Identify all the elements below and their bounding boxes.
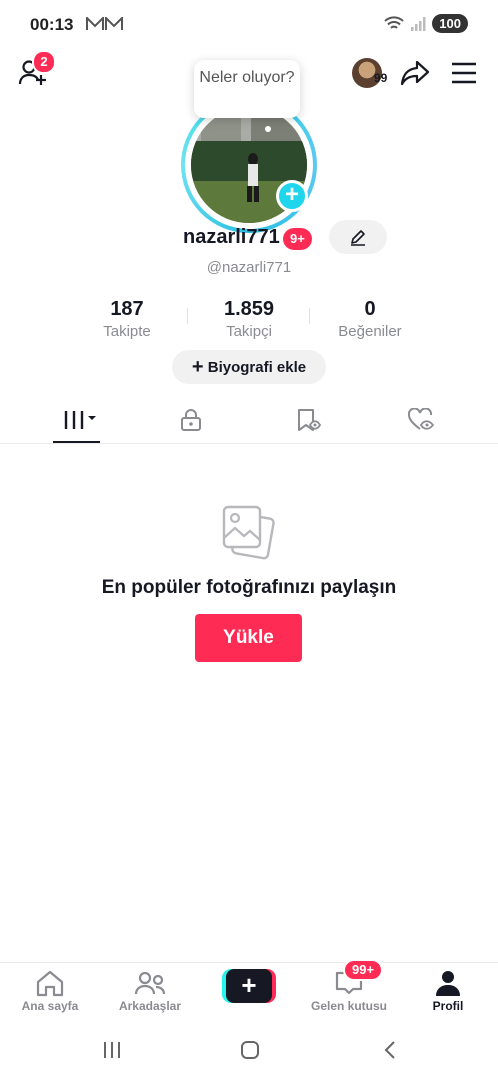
plus-icon: + <box>191 356 204 378</box>
menu-icon[interactable] <box>451 62 477 84</box>
home-icon <box>36 970 64 997</box>
wifi-icon <box>384 15 404 29</box>
create-button[interactable]: + <box>222 969 276 1003</box>
status-bar: 00:13 100 <box>0 0 498 50</box>
following-count: 187 <box>110 298 144 320</box>
nav-friends[interactable]: Arkadaşlar <box>100 969 200 1013</box>
battery-indicator: 100 <box>432 14 468 33</box>
favorites-icon <box>298 409 322 431</box>
empty-state-title: En popüler fotoğrafınızı paylaşın <box>101 577 397 598</box>
nav-friends-label: Arkadaşlar <box>118 999 182 1013</box>
status-tooltip[interactable]: Neler oluyor? <box>194 60 300 118</box>
username: nazarli771 <box>183 226 280 248</box>
nav-inbox-label: Gelen kutusu <box>310 999 387 1013</box>
tooltip-pointer <box>265 126 271 132</box>
likes-count: 0 <box>364 298 376 320</box>
add-friend-button[interactable]: 2 <box>18 50 56 90</box>
profile-tabs <box>0 398 498 444</box>
followers-stat[interactable]: 1.859 Takipçi <box>194 298 304 340</box>
likes-label: Beğeniler <box>338 323 402 340</box>
followers-label: Takipçi <box>226 323 272 340</box>
mail-notification-icon <box>86 17 123 30</box>
following-stat[interactable]: 187 Takipte <box>72 298 182 340</box>
status-time: 00:13 <box>30 15 74 34</box>
recent-apps-icon[interactable] <box>102 1040 122 1060</box>
add-bio-button[interactable]: + Biyografi ekle <box>172 350 326 384</box>
followers-count: 1.859 <box>223 298 275 320</box>
share-icon[interactable] <box>400 59 430 87</box>
plus-icon: + <box>226 969 272 1003</box>
add-avatar-button[interactable]: + <box>276 180 308 212</box>
inbox-badge: 99+ <box>343 959 384 981</box>
photo-icon <box>222 505 275 560</box>
back-icon[interactable] <box>382 1040 398 1060</box>
tab-favorites[interactable] <box>246 398 370 444</box>
edit-profile-button[interactable] <box>329 220 387 254</box>
videos-grid-icon <box>64 411 96 429</box>
user-handle: @nazarli771 <box>206 259 292 276</box>
upload-button[interactable]: Yükle <box>195 614 302 662</box>
pencil-icon <box>351 230 365 246</box>
avatar-count: 99 <box>374 71 388 85</box>
system-navigation-bar <box>0 1022 498 1080</box>
following-label: Takipte <box>103 323 151 340</box>
nav-profile[interactable]: Profil <box>398 969 498 1013</box>
level-badge[interactable]: 9+ <box>283 228 312 250</box>
nav-home-label: Ana sayfa <box>21 999 79 1013</box>
liked-icon <box>408 408 435 430</box>
username-row: nazarli771 9+ <box>0 220 498 254</box>
bottom-navigation: Ana sayfa Arkadaşlar + Gelen kutusu 99+ … <box>0 959 498 1022</box>
tab-private[interactable] <box>129 398 253 444</box>
friend-requests-badge: 2 <box>32 50 56 74</box>
active-tab-indicator <box>53 441 100 443</box>
signal-icon <box>411 16 426 31</box>
stat-divider <box>187 308 188 324</box>
nav-profile-label: Profil <box>432 999 464 1013</box>
home-button-icon[interactable] <box>240 1040 260 1060</box>
tab-liked[interactable] <box>358 398 482 444</box>
tab-videos[interactable] <box>14 398 138 444</box>
likes-stat[interactable]: 0 Beğeniler <box>315 298 425 340</box>
status-indicators: 100 <box>384 14 468 33</box>
nav-home[interactable]: Ana sayfa <box>0 969 100 1013</box>
stat-divider <box>309 308 310 324</box>
lock-icon <box>181 409 201 431</box>
add-bio-label: Biyografi ekle <box>207 359 307 376</box>
profile-icon <box>436 971 460 996</box>
friends-icon <box>134 971 166 995</box>
